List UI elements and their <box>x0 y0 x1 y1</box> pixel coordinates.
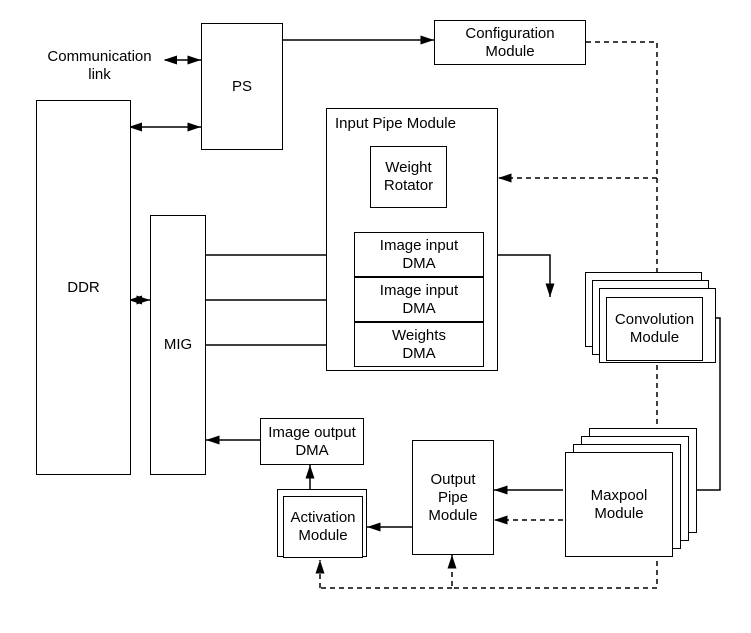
maxpool-box: MaxpoolModule <box>565 452 673 557</box>
activation-label: ActivationModule <box>290 509 355 545</box>
convolution-box: ConvolutionModule <box>606 297 703 361</box>
ps-label: PS <box>232 78 252 96</box>
convolution-label: ConvolutionModule <box>615 311 694 347</box>
config-label: ConfigurationModule <box>465 25 554 61</box>
weights-dma-box: WeightsDMA <box>354 322 484 367</box>
activation-box: ActivationModule <box>283 496 363 558</box>
img-dma1-box: Image inputDMA <box>354 232 484 277</box>
img-dma2-label: Image inputDMA <box>380 282 458 318</box>
ddr-box: DDR <box>36 100 131 475</box>
comm-link-label: Communicationlink <box>32 48 167 84</box>
config-box: ConfigurationModule <box>434 20 586 65</box>
maxpool-label: MaxpoolModule <box>591 487 648 523</box>
input-pipe-label: Input Pipe Module <box>335 115 456 133</box>
ps-box: PS <box>201 23 283 150</box>
img-out-dma-box: Image outputDMA <box>260 418 364 465</box>
weight-rotator-box: WeightRotator <box>370 146 447 208</box>
img-out-dma-label: Image outputDMA <box>268 424 356 460</box>
output-pipe-label: OutputPipeModule <box>428 471 477 525</box>
weight-rotator-label: WeightRotator <box>384 159 433 195</box>
img-dma2-box: Image inputDMA <box>354 277 484 322</box>
mig-box: MIG <box>150 215 206 475</box>
mig-label: MIG <box>164 336 192 354</box>
weights-dma-label: WeightsDMA <box>392 327 446 363</box>
img-dma1-label: Image inputDMA <box>380 237 458 273</box>
output-pipe-box: OutputPipeModule <box>412 440 494 555</box>
ddr-label: DDR <box>67 279 100 297</box>
